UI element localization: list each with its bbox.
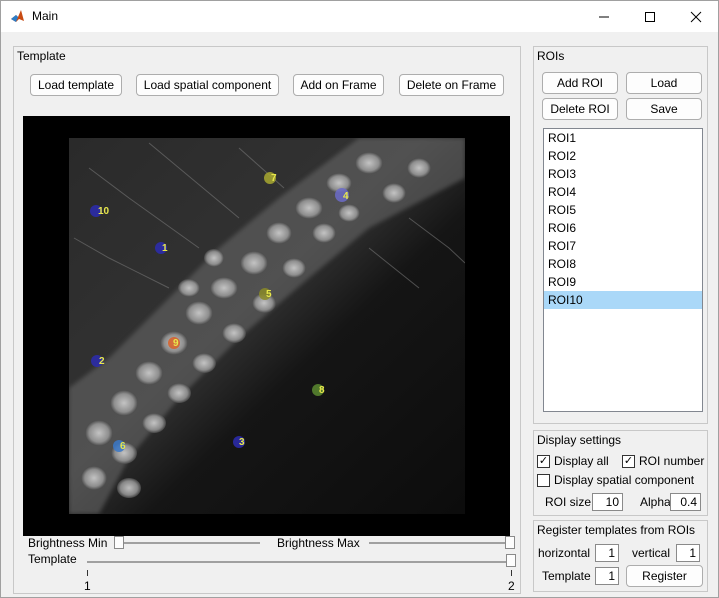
roi-list-item[interactable]: ROI3 xyxy=(544,165,702,183)
title-bar: Main xyxy=(1,1,718,32)
load-spatial-component-button[interactable]: Load spatial component xyxy=(136,74,279,96)
maximize-button[interactable] xyxy=(627,1,673,32)
template-panel-title: Template xyxy=(17,49,66,63)
rois-panel-title: ROIs xyxy=(537,49,565,63)
template-slider-max-label: 2 xyxy=(508,579,515,593)
brightness-max-label: Brightness Max xyxy=(277,536,360,550)
roi-number-checkbox[interactable]: ✓ ROI number xyxy=(622,454,704,468)
minimize-button[interactable] xyxy=(581,1,627,32)
roi-listbox[interactable]: ROI1 ROI2 ROI3 ROI4 ROI5 ROI6 ROI7 ROI8 … xyxy=(543,128,703,412)
roi-list-item[interactable]: ROI4 xyxy=(544,183,702,201)
roi-size-field[interactable]: 10 xyxy=(592,493,623,511)
checkbox-checked-icon: ✓ xyxy=(537,454,550,468)
roi-number-label-9: 9 xyxy=(173,338,179,349)
horizontal-label: horizontal xyxy=(538,546,591,560)
roi-list-item[interactable]: ROI7 xyxy=(544,237,702,255)
roi-size-label: ROI size xyxy=(545,495,592,509)
roi-number-label-7: 7 xyxy=(271,173,277,184)
template-slider-thumb[interactable] xyxy=(506,554,516,567)
brightness-max-slider[interactable] xyxy=(369,542,515,544)
roi-list-item[interactable]: ROI8 xyxy=(544,255,702,273)
template-slider-tick-min xyxy=(87,570,88,576)
display-spatial-component-label: Display spatial component xyxy=(554,473,695,487)
roi-number-label: ROI number xyxy=(639,454,705,468)
display-spatial-component-checkbox[interactable]: Display spatial component xyxy=(537,473,694,487)
checkbox-unchecked-icon xyxy=(537,473,550,487)
register-button[interactable]: Register xyxy=(626,565,703,587)
add-on-frame-button[interactable]: Add on Frame xyxy=(293,74,384,96)
roi-list-item[interactable]: ROI6 xyxy=(544,219,702,237)
roi-number-label-4: 4 xyxy=(343,191,349,202)
roi-list-item-selected[interactable]: ROI10 xyxy=(544,291,702,309)
display-settings-title: Display settings xyxy=(537,433,622,447)
template-slider-tick-max xyxy=(511,570,512,576)
horizontal-field[interactable]: 1 xyxy=(595,544,619,562)
close-icon xyxy=(690,11,702,22)
alpha-field[interactable]: 0.4 xyxy=(670,493,701,511)
load-button[interactable]: Load xyxy=(626,72,702,94)
add-roi-button[interactable]: Add ROI xyxy=(542,72,618,94)
roi-list-item[interactable]: ROI1 xyxy=(544,129,702,147)
save-button[interactable]: Save xyxy=(626,98,702,120)
vertical-label: vertical xyxy=(632,546,671,560)
roi-list-item[interactable]: ROI9 xyxy=(544,273,702,291)
minimize-icon xyxy=(599,16,609,17)
close-button[interactable] xyxy=(673,1,719,32)
register-panel-title: Register templates from ROIs xyxy=(537,523,696,537)
roi-number-label-2: 2 xyxy=(99,356,105,367)
brightness-min-thumb[interactable] xyxy=(114,536,124,549)
template-slider-label: Template xyxy=(28,552,77,566)
roi-list-item[interactable]: ROI2 xyxy=(544,147,702,165)
roi-number-label-6: 6 xyxy=(120,441,126,452)
brightness-max-thumb[interactable] xyxy=(505,536,515,549)
vertical-field[interactable]: 1 xyxy=(676,544,700,562)
template-image-canvas[interactable]: 1 2 3 4 5 6 7 8 9 10 xyxy=(23,116,510,536)
maximize-icon xyxy=(645,11,655,22)
brightness-min-slider[interactable] xyxy=(114,542,260,544)
alpha-label: Alpha xyxy=(640,495,671,509)
roi-number-label-5: 5 xyxy=(266,289,272,300)
matlab-icon xyxy=(11,10,24,22)
load-template-button[interactable]: Load template xyxy=(30,74,122,96)
checkbox-checked-icon: ✓ xyxy=(622,454,635,468)
window-title: Main xyxy=(32,9,59,23)
template-slider[interactable] xyxy=(87,561,515,563)
register-template-field[interactable]: 1 xyxy=(595,567,619,585)
register-template-label: Template xyxy=(542,569,591,583)
roi-number-label-3: 3 xyxy=(239,437,245,448)
roi-number-label-10: 10 xyxy=(98,206,110,217)
roi-number-label-1: 1 xyxy=(162,243,168,254)
display-all-checkbox[interactable]: ✓ Display all xyxy=(537,454,609,468)
main-window: Main Template Load template Load spatial… xyxy=(0,0,719,598)
template-slider-min-label: 1 xyxy=(84,579,91,593)
brightness-min-label: Brightness Min xyxy=(28,536,108,550)
roi-number-label-8: 8 xyxy=(319,385,325,396)
microscopy-image[interactable]: 1 2 3 4 5 6 7 8 9 10 xyxy=(69,138,465,514)
delete-on-frame-button[interactable]: Delete on Frame xyxy=(399,74,504,96)
display-all-label: Display all xyxy=(554,454,609,468)
neuron-image xyxy=(69,138,465,514)
roi-list-item[interactable]: ROI5 xyxy=(544,201,702,219)
delete-roi-button[interactable]: Delete ROI xyxy=(542,98,618,120)
